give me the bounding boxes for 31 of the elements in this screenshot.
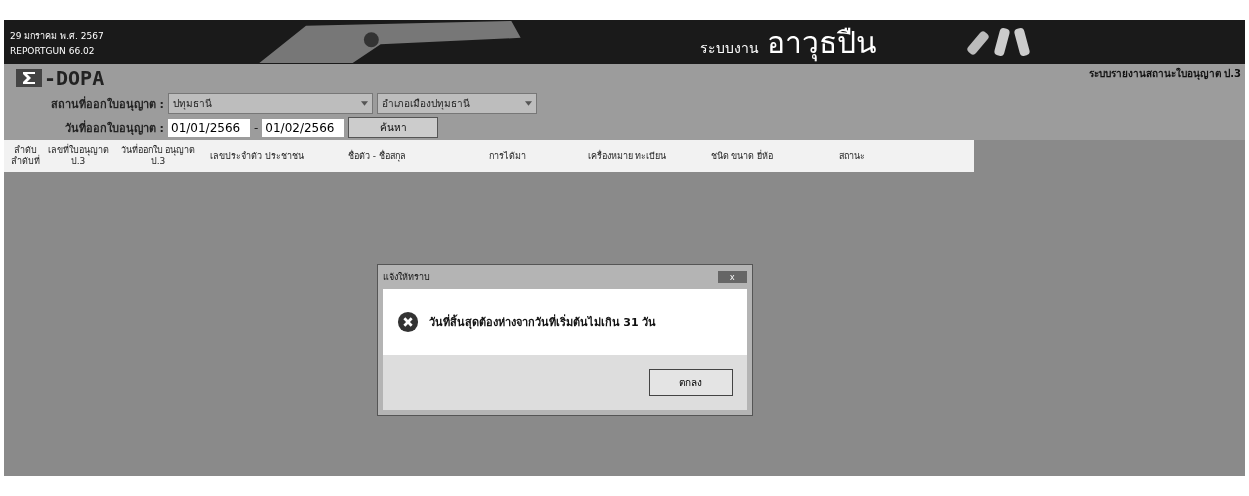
column-header: ลำดับ ลำดับที่ [9, 145, 41, 167]
place-label: สถานที่ออกใบอนุญาต : [49, 95, 164, 113]
system-title: อาวุธปืน [767, 23, 877, 64]
column-header: การได้มา [487, 150, 527, 162]
caret-icon [361, 101, 368, 106]
column-header: วันที่ออกใบ อนุญาต ป.3 [119, 145, 197, 167]
end-date-field[interactable]: 01/02/2566 [262, 118, 345, 137]
column-header: สถานะ [838, 150, 866, 162]
search-button[interactable]: ค้นหา [348, 117, 439, 138]
column-header: เลขประจำตัว ประชาชน [209, 150, 305, 162]
report-code: REPORTGUN 66.02 [10, 45, 96, 56]
date-separator: - [254, 120, 259, 135]
column-header: เครื่องหมาย ทะเบียน [586, 150, 668, 162]
sigma-icon [16, 69, 42, 87]
dialog-message: วันที่สิ้นสุดต้องห่างจากวันที่เริ่มต้นไม่เกิน 31 วัน [428, 313, 657, 331]
ok-button[interactable]: ตกลง [648, 369, 733, 396]
error-icon [396, 311, 419, 333]
system-subtitle: ระบบงาน [700, 38, 759, 58]
column-header: เลขที่ใบอนุญาต ป.3 [46, 145, 110, 167]
caret-icon [525, 101, 532, 106]
date-text: 29 มกราคม พ.ศ. 2567 [10, 29, 105, 43]
column-header: ชนิด ขนาด ยี่ห้อ [709, 150, 775, 162]
start-date-field[interactable]: 01/01/2566 [168, 118, 250, 137]
date-label: วันที่ออกใบอนุญาต : [63, 119, 164, 137]
logo-text: -DOPA [44, 66, 105, 90]
district-dropdown[interactable]: อำเภอเมืองปทุมธานี [377, 93, 537, 114]
province-dropdown[interactable]: ปทุมธานี [168, 93, 373, 114]
report-title: ระบบรายงานสถานะใบอนุญาต ป.3 [1088, 66, 1241, 81]
column-header: ชื่อตัว - ชื่อสกุล [347, 150, 407, 162]
dialog-title: แจ้งให้ทราบ [382, 271, 430, 284]
close-button[interactable]: x [718, 271, 747, 283]
